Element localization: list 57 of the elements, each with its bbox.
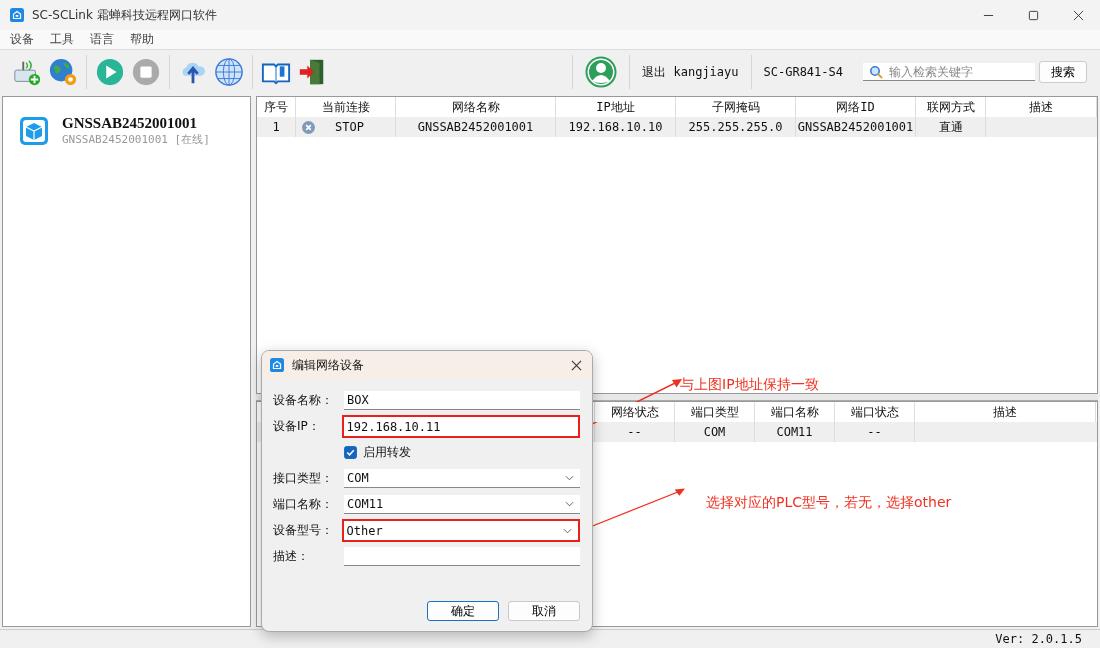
table-cell: COM [675, 422, 755, 442]
dropdown[interactable]: Other [341, 519, 580, 542]
close-icon[interactable] [571, 359, 582, 371]
device-model-label: SC-GR841-S4 [763, 65, 843, 79]
search-icon [869, 65, 883, 79]
cancel-button[interactable]: 取消 [508, 601, 580, 621]
annotation-text: 选择对应的PLC型号，若无，选择other [706, 494, 952, 512]
box-icon [20, 117, 48, 145]
globe-gear-icon[interactable] [48, 57, 78, 87]
app-icon [270, 358, 284, 372]
menu-item[interactable]: 帮助 [130, 31, 154, 48]
globe-icon[interactable] [214, 57, 244, 87]
column-header[interactable]: 网络状态 [595, 402, 675, 422]
field-label: 描述： [273, 548, 310, 565]
version-label: Ver: 2.0.1.5 [995, 632, 1082, 646]
dropdown[interactable]: COM [344, 469, 580, 488]
menu-item[interactable]: 语言 [90, 31, 114, 48]
table-cell: -- [835, 422, 915, 442]
input-field[interactable]: BOX [344, 391, 580, 410]
logout-link[interactable]: 退出 kangjiayu [642, 63, 739, 81]
device-name[interactable]: GNSSAB2452001001 [62, 115, 210, 132]
router-add-icon[interactable] [12, 57, 42, 87]
table-cell: 1 [257, 117, 296, 137]
app-icon [10, 8, 24, 22]
close-icon[interactable] [1073, 9, 1084, 21]
table-cell: 192.168.10.10 [556, 117, 676, 137]
window-title: SC-SCLink 霜蝉科技远程网口软件 [32, 6, 217, 24]
table-cell: -- [595, 422, 675, 442]
field-label: 设备IP： [273, 418, 321, 435]
user-avatar-icon[interactable] [585, 56, 618, 88]
menu-item[interactable]: 工具 [50, 31, 74, 48]
dropdown[interactable]: COM11 [344, 495, 580, 514]
search-field[interactable]: 输入检索关键字 [863, 63, 1035, 81]
chevron-down-icon [565, 475, 574, 481]
table-cell: GNSSAB2452001001 [796, 117, 916, 137]
forwarding-checkbox[interactable]: 启用转发 [344, 444, 411, 461]
input-field[interactable] [344, 547, 580, 566]
chevron-down-icon [563, 527, 572, 534]
table-cell-text: STOP [335, 119, 364, 136]
field-label: 接口类型： [273, 470, 334, 487]
menu-item[interactable]: 设备 [10, 31, 34, 48]
device-status: GNSSAB2452001001 [在线] [62, 132, 210, 147]
input-field[interactable]: 192.168.10.11 [341, 415, 580, 438]
maximize-icon[interactable] [1028, 9, 1039, 21]
chevron-down-icon [565, 501, 574, 507]
table-cell: COM11 [755, 422, 835, 442]
play-icon[interactable] [95, 57, 125, 87]
ok-button[interactable]: 确定 [427, 601, 499, 621]
search-button[interactable]: 搜索 [1039, 61, 1087, 83]
table-cell: 直通 [916, 117, 986, 137]
field-label: 设备名称： [273, 392, 334, 409]
field-label: 设备型号： [273, 522, 334, 539]
field-label: 端口名称： [273, 496, 334, 513]
dialog-title: 编辑网络设备 [292, 356, 364, 374]
table-cell: GNSSAB2452001001 [396, 117, 556, 137]
annotation-text: 与上图IP地址保持一致 [680, 376, 819, 394]
table-cell: 255.255.255.0 [676, 117, 796, 137]
